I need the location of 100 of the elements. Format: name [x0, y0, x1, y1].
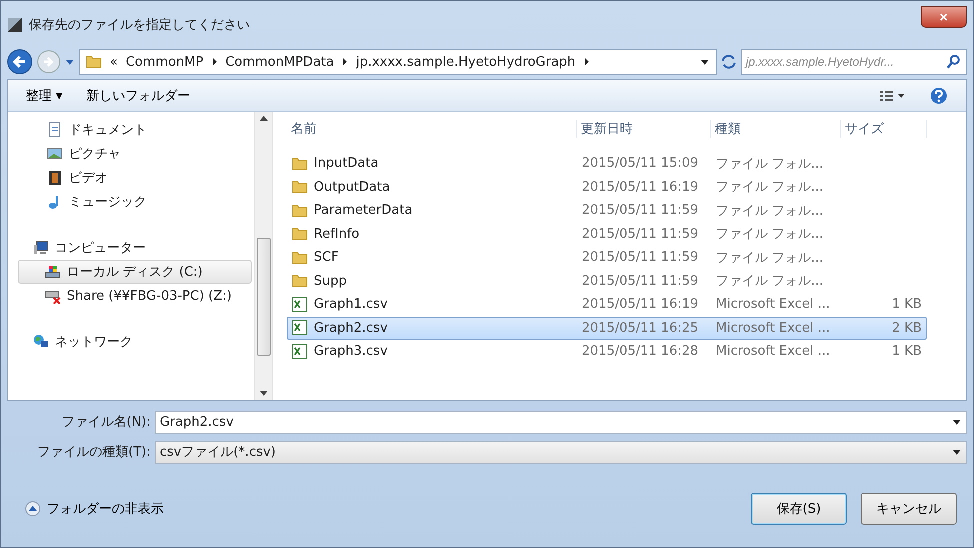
spreadsheet-icon — [292, 296, 308, 313]
filetype-dropdown[interactable]: csvファイル(*.csv) — [155, 440, 967, 464]
date-cell-text: 2015/05/11 11:59 — [581, 203, 700, 218]
file-row[interactable]: Graph3.csv 2015/05/11 16:28 Microsoft Excel ... 1 KB — [287, 340, 927, 364]
sidebar-item[interactable]: ミュージック — [18, 190, 252, 214]
save-button[interactable]: 保存(S) — [751, 493, 847, 525]
size-cell-text: 1 KB — [891, 344, 923, 360]
column-header[interactable]: サイズ — [841, 120, 927, 138]
file-row[interactable]: Graph2.csv 2015/05/11 16:25 Microsoft Excel ... 2 KB — [287, 316, 927, 340]
type-cell-text: ファイル フォル... — [715, 226, 825, 244]
sidebar-item[interactable]: ビデオ — [18, 166, 252, 190]
type-cell-text: ファイル フォル... — [715, 179, 825, 196]
app-icon — [7, 17, 23, 33]
document-icon — [47, 122, 63, 138]
column-header[interactable]: 種類 — [711, 120, 841, 138]
address-bar[interactable]: « CommonMP CommonMPData jp.xxxx.sample.HyetoHydroGraph — [79, 49, 717, 75]
chevron-right-icon — [584, 58, 590, 66]
file-name: OutputData — [314, 180, 390, 195]
breadcrumb[interactable]: jp.xxxx.sample.HyetoHydroGraph — [356, 54, 576, 70]
type-cell-text: ファイル フォル... — [715, 273, 825, 290]
file-row[interactable]: SCF 2015/05/11 11:59 ファイル フォル... — [287, 246, 927, 270]
column-header[interactable]: 名前 — [287, 120, 577, 138]
file-name: Graph3.csv — [314, 344, 388, 360]
help-icon — [930, 86, 948, 104]
view-options-icon — [880, 90, 906, 102]
file-row[interactable]: OutputData 2015/05/11 16:19 ファイル フォル... — [287, 176, 927, 199]
organize-menu[interactable]: 整理 ▾ — [26, 86, 63, 104]
date-cell-text: 2015/05/11 11:59 — [581, 274, 700, 289]
file-name: Supp — [314, 274, 347, 289]
window-title: 保存先のファイルを指定してください — [29, 17, 251, 34]
file-name: RefInfo — [314, 226, 360, 242]
sidebar-item[interactable]: ピクチャ — [18, 142, 252, 166]
folder-icon — [292, 226, 308, 242]
date-cell-text: 2015/05/11 16:28 — [581, 344, 700, 360]
field-label: ファイルの種類(T): — [36, 444, 152, 461]
drive-icon — [45, 264, 61, 280]
folder-icon — [292, 202, 308, 219]
back-icon[interactable] — [7, 49, 33, 75]
sidebar-item[interactable]: ドキュメント — [18, 118, 252, 142]
spreadsheet-icon — [292, 344, 308, 360]
type-cell-text: ファイル フォル... — [715, 250, 825, 267]
field-label: ファイル名(N): — [60, 414, 152, 431]
type-cell-text: Microsoft Excel ... — [715, 320, 832, 336]
refresh-icon — [721, 54, 737, 70]
date-cell-text: 2015/05/11 15:09 — [581, 156, 700, 172]
sidebar-item[interactable]: ローカル ディスク (C:) — [18, 260, 252, 284]
dropdown-icon — [952, 447, 962, 457]
film-icon — [47, 170, 63, 186]
date-cell-text: 2015/05/11 16:25 — [581, 320, 700, 336]
dropdown-icon — [65, 57, 75, 67]
type-cell-text: ファイル フォル... — [715, 156, 825, 173]
search-icon — [946, 54, 962, 70]
size-cell-text: 2 KB — [891, 320, 923, 336]
filename-field[interactable]: Graph2.csv — [155, 410, 967, 434]
network-icon — [33, 334, 49, 350]
type-cell-text: ファイル フォル... — [715, 202, 825, 220]
file-row[interactable]: InputData 2015/05/11 15:09 ファイル フォル... — [287, 152, 927, 176]
type-cell-text: Microsoft Excel ... — [715, 344, 832, 360]
file-name: Graph2.csv — [314, 320, 388, 336]
file-row[interactable]: ParameterData 2015/05/11 11:59 ファイル フォル... — [287, 199, 927, 222]
chevron-right-icon — [212, 58, 218, 66]
new-folder-button[interactable]: 新しいフォルダー — [86, 86, 191, 104]
hide-folders-toggle[interactable]: フォルダーの非表示 — [25, 500, 164, 518]
file-name: SCF — [314, 250, 339, 266]
date-cell-text: 2015/05/11 11:59 — [581, 250, 700, 266]
chevron-right-icon — [342, 58, 348, 66]
dropdown-icon — [952, 417, 962, 427]
scroll-thumb[interactable] — [256, 238, 270, 356]
breadcrumb-overflow[interactable]: « — [110, 54, 118, 70]
sidebar-item[interactable]: ネットワーク — [18, 330, 252, 354]
breadcrumb[interactable]: CommonMP — [126, 54, 204, 70]
date-cell-text: 2015/05/11 16:19 — [581, 297, 700, 312]
size-cell-text: 1 KB — [891, 297, 923, 312]
scroll-down-icon — [260, 390, 268, 396]
breadcrumb[interactable]: CommonMPData — [226, 54, 334, 70]
dropdown-icon — [700, 57, 710, 67]
date-cell-text: 2015/05/11 16:19 — [581, 180, 700, 195]
sidebar-item[interactable]: Share (¥¥FBG-03-PC) (Z:) — [18, 284, 252, 308]
folder-icon — [292, 156, 308, 172]
file-name: InputData — [314, 156, 379, 172]
file-name: Graph1.csv — [314, 297, 388, 312]
scrollbar[interactable] — [254, 112, 272, 400]
file-name: ParameterData — [314, 203, 413, 218]
computer-icon — [33, 240, 49, 256]
file-row[interactable]: RefInfo 2015/05/11 11:59 ファイル フォル... — [287, 222, 927, 246]
picture-icon — [47, 146, 63, 162]
date-cell-text: 2015/05/11 11:59 — [581, 226, 700, 242]
folder-icon — [292, 250, 308, 266]
file-row[interactable]: Graph1.csv 2015/05/11 16:19 Microsoft Excel ... 1 KB — [287, 293, 927, 316]
file-row[interactable]: Supp 2015/05/11 11:59 ファイル フォル... — [287, 270, 927, 293]
spreadsheet-icon — [292, 320, 308, 336]
folder-icon — [292, 273, 308, 290]
folder-icon — [86, 54, 102, 70]
column-header[interactable]: 更新日時 — [577, 120, 711, 138]
type-cell-text: Microsoft Excel ... — [715, 297, 832, 312]
cancel-button[interactable]: キャンセル — [861, 493, 957, 525]
collapse-icon — [25, 501, 41, 517]
sidebar-item[interactable]: コンピューター — [18, 236, 252, 260]
folder-icon — [292, 179, 308, 196]
scroll-up-icon — [260, 116, 268, 122]
